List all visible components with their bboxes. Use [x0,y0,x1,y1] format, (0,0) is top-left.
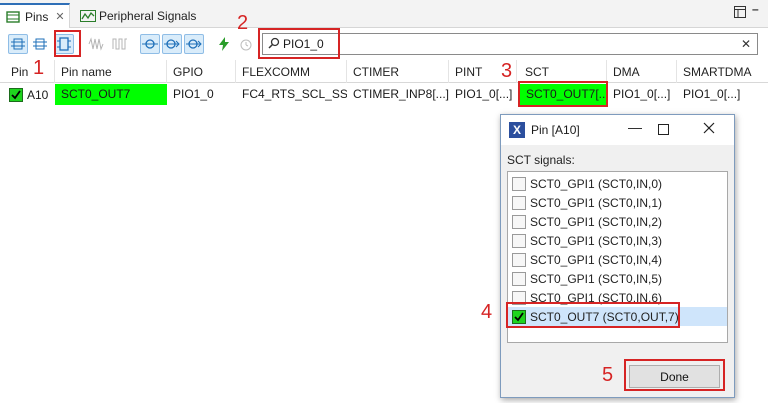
signal-item-label: SCT0_GPI1 (SCT0,IN,3) [530,233,663,248]
signal-checkbox[interactable] [512,233,526,248]
callout-number-5: 5 [602,364,614,386]
col-header-dma[interactable]: DMA [607,60,677,83]
minimize-view-icon[interactable]: – [752,2,759,16]
cell-dma[interactable]: PIO1_0[...] [607,84,677,105]
cell-pin-value: A10 [27,87,49,102]
minimize-dialog-icon[interactable]: — [628,119,642,135]
tab-peripheral-signals-label: Peripheral Signals [99,8,197,23]
app-x-icon: X [509,122,525,138]
input-arrow-icon [142,39,158,49]
view-tab-bar: Pins ✕ Peripheral Signals – [0,0,768,28]
callout-number-1: 1 [33,57,45,79]
sct-signals-label: SCT signals: [507,153,575,167]
signal-checkbox[interactable] [512,271,526,286]
chip-rows-outline-icon [33,38,47,50]
filter-signals-button[interactable] [86,34,106,54]
chip-rows-icon [11,38,25,50]
callout-number-2: 2 [237,12,249,34]
callout-box-4 [506,302,680,328]
cell-ctimer[interactable]: CTIMER_INP8[...] [347,84,449,105]
col-header-pin[interactable]: Pin [5,60,55,83]
dialog-title-bar[interactable]: X Pin [A10] — [501,115,734,145]
pin-signal-dialog: X Pin [A10] — SCT signals: SCT0_GPI1 (SC… [500,114,735,398]
open-view-icon[interactable] [734,6,746,21]
signal-item[interactable]: SCT0_GPI1 (SCT0,IN,0) [508,174,727,193]
dialog-title: Pin [A10] [531,123,580,137]
close-tab-icon[interactable]: ✕ [55,10,64,23]
output-arrow-icon [164,39,180,49]
callout-box-3 [518,81,608,107]
signal-item-label: SCT0_GPI1 (SCT0,IN,1) [530,195,663,210]
cell-pin-name[interactable]: SCT0_OUT7 [55,84,167,105]
callout-box-5 [624,359,725,391]
signal-item[interactable]: SCT0_GPI1 (SCT0,IN,2) [508,212,727,231]
filter-pulse-button[interactable] [110,34,130,54]
show-pins-button[interactable] [8,34,28,54]
timer-pins-button[interactable] [236,34,256,54]
col-header-sct[interactable]: SCT [519,60,607,83]
clear-search-icon[interactable]: ✕ [741,37,751,51]
callout-box-2 [258,28,340,59]
callout-number-3: 3 [501,60,513,82]
maximize-dialog-icon[interactable] [658,123,669,138]
power-pins-button[interactable] [214,34,234,54]
signal-item-label: SCT0_GPI1 (SCT0,IN,5) [530,271,663,286]
peripheral-signals-icon [80,9,96,22]
pins-view-icon [6,10,20,23]
col-header-gpio[interactable]: GPIO [167,60,236,83]
close-dialog-icon[interactable] [703,122,715,137]
pulse-icon [112,38,127,50]
inout-arrow-icon [186,39,202,49]
waveform-icon [88,37,104,51]
callout-box-1 [54,30,81,57]
routed-checkbox-icon[interactable] [9,87,23,102]
signal-item-label: SCT0_GPI1 (SCT0,IN,4) [530,252,663,267]
table-header: Pin Pin name GPIO FLEXCOMM CTIMER PINT S… [0,60,768,83]
callout-number-4: 4 [481,301,493,323]
cell-pin[interactable]: A10 [5,84,55,105]
show-inout-button[interactable] [184,34,204,54]
col-header-ctimer[interactable]: CTIMER [347,60,449,83]
cell-smartdma[interactable]: PIO1_0[...] [677,84,768,105]
tab-peripheral-signals[interactable]: Peripheral Signals [74,3,202,28]
col-header-smartdma[interactable]: SMARTDMA [677,60,768,83]
table-row[interactable]: A10 SCT0_OUT7 PIO1_0 FC4_RTS_SCL_SS... C… [0,84,768,105]
signal-checkbox[interactable] [512,214,526,229]
signal-item[interactable]: SCT0_GPI1 (SCT0,IN,1) [508,193,727,212]
tab-pins[interactable]: Pins ✕ [0,3,70,28]
cell-pint[interactable]: PIO1_0[...] [449,84,517,105]
alarm-clock-icon [240,39,252,51]
cell-gpio[interactable]: PIO1_0 [167,84,236,105]
signal-item[interactable]: SCT0_GPI1 (SCT0,IN,3) [508,231,727,250]
show-routed-button[interactable] [30,34,50,54]
signal-checkbox[interactable] [512,195,526,210]
col-header-pin-name[interactable]: Pin name [55,60,167,83]
tab-pins-label: Pins [25,9,49,24]
show-inputs-button[interactable] [140,34,160,54]
lightning-icon [219,37,229,51]
signal-item-label: SCT0_GPI1 (SCT0,IN,2) [530,214,663,229]
signal-item[interactable]: SCT0_GPI1 (SCT0,IN,4) [508,250,727,269]
signal-item[interactable]: SCT0_GPI1 (SCT0,IN,5) [508,269,727,288]
cell-flexcomm[interactable]: FC4_RTS_SCL_SS... [236,84,347,105]
signal-checkbox[interactable] [512,252,526,267]
signal-checkbox[interactable] [512,176,526,191]
show-outputs-button[interactable] [162,34,182,54]
col-header-flexcomm[interactable]: FLEXCOMM [236,60,347,83]
signal-item-label: SCT0_GPI1 (SCT0,IN,0) [530,176,663,191]
